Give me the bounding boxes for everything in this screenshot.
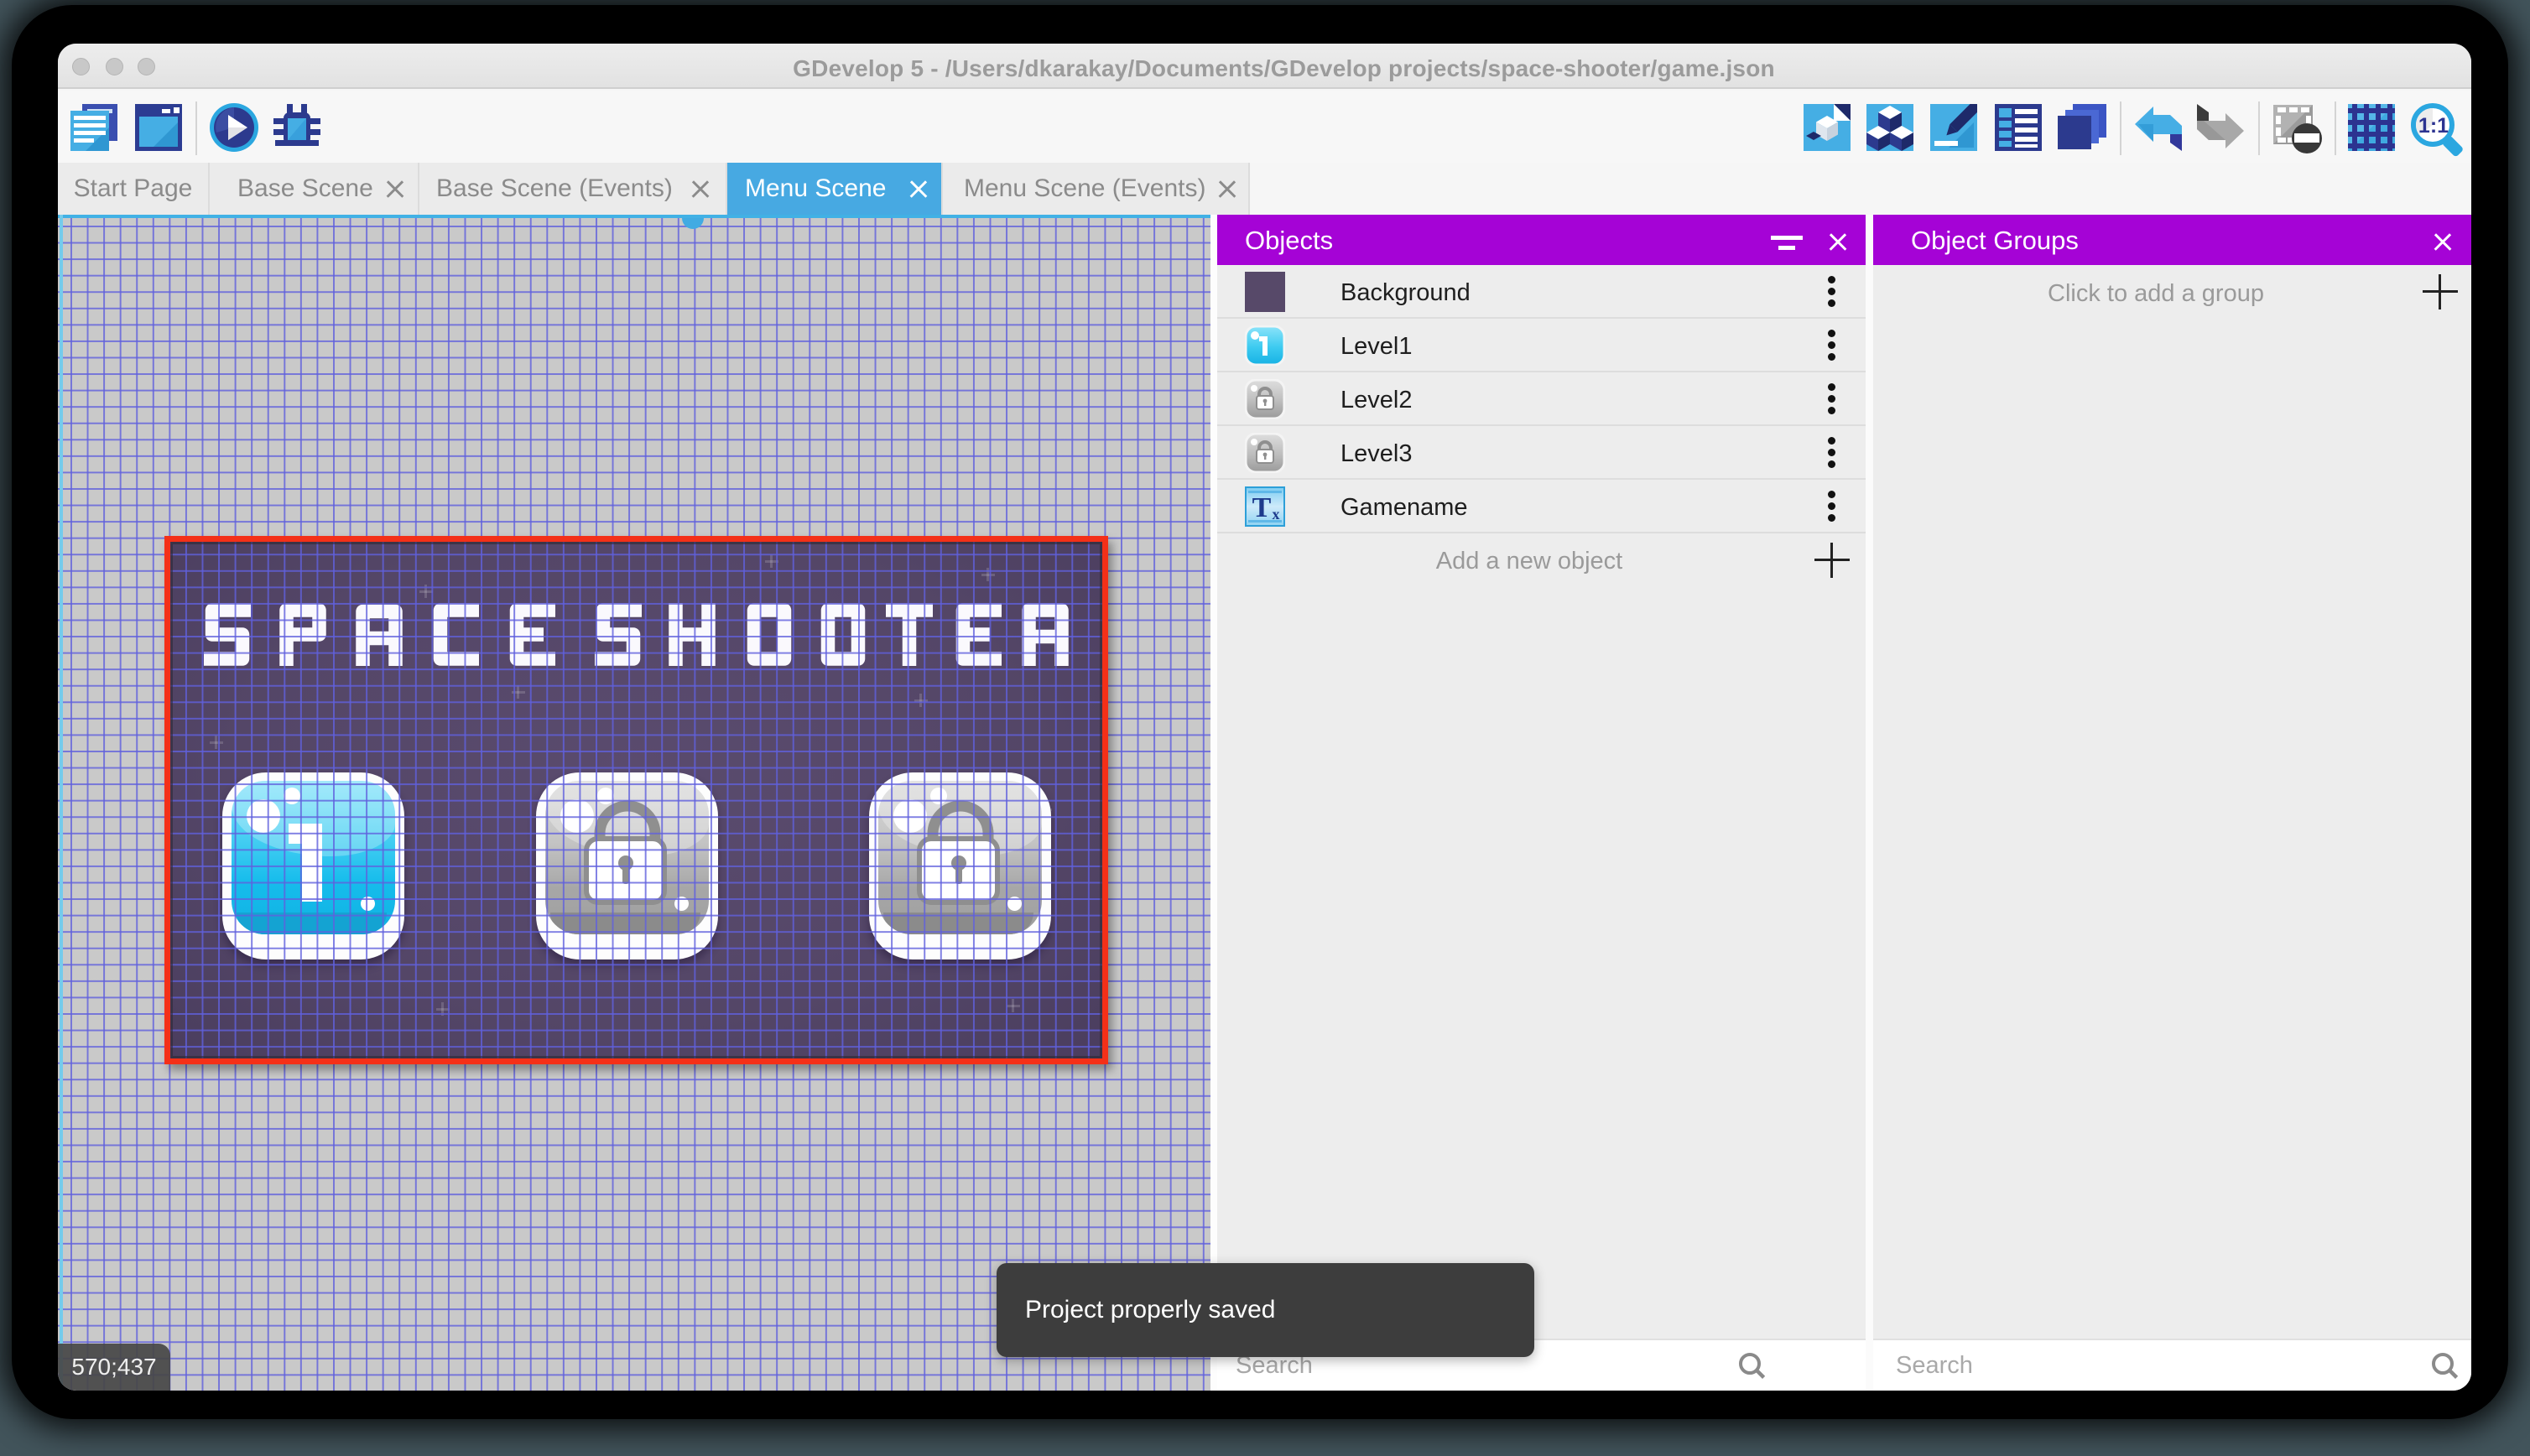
svg-text:T: T	[1252, 492, 1272, 523]
svg-text:1:1: 1:1	[2418, 114, 2449, 138]
svg-text:x: x	[1273, 506, 1280, 523]
